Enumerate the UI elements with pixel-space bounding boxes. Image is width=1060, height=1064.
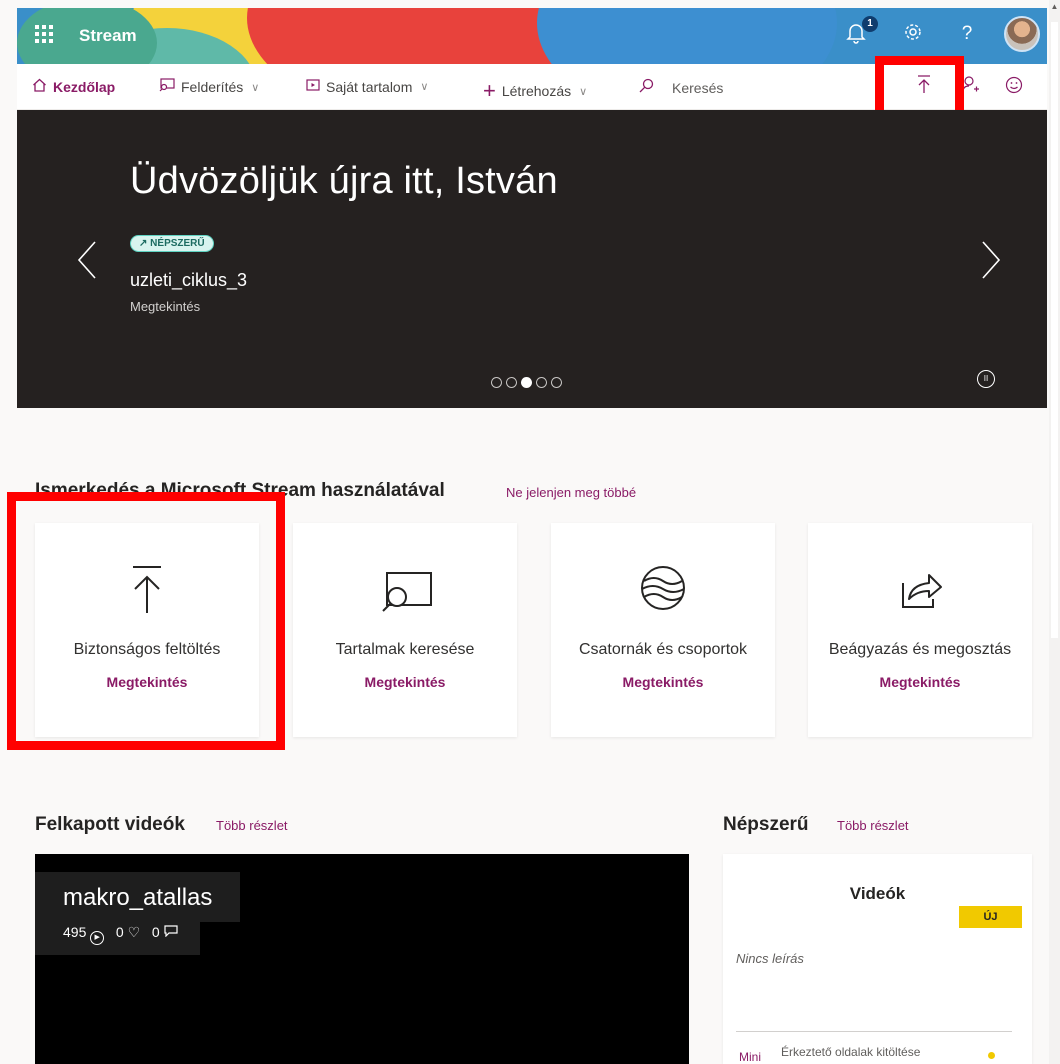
add-person-icon bbox=[962, 76, 980, 97]
app-name[interactable]: Stream bbox=[79, 26, 137, 46]
search-input[interactable]: Keresés bbox=[672, 80, 723, 96]
feedback-button[interactable] bbox=[1005, 76, 1023, 97]
welcome-title: Üdvözöljük újra itt, István bbox=[130, 160, 558, 202]
carousel-dot[interactable] bbox=[551, 377, 562, 388]
nav-home[interactable]: Kezdőlap bbox=[32, 78, 115, 96]
plus-icon: + bbox=[483, 78, 496, 103]
highlight-box-secure-upload bbox=[7, 492, 285, 750]
card-channels-groups[interactable]: Csatornák és csoportok Megtekintés bbox=[551, 523, 775, 737]
popular-card-title: Videók bbox=[849, 884, 906, 903]
popular-item-title[interactable]: Érkeztető oldalak kitöltése bbox=[781, 1045, 920, 1059]
smiley-icon bbox=[1005, 76, 1023, 97]
scroll-up-icon[interactable]: ▲ bbox=[1049, 2, 1060, 14]
popular-description: Nincs leírás bbox=[736, 951, 804, 966]
carousel-prev-icon[interactable] bbox=[75, 238, 99, 282]
nav-discover-label: Felderítés bbox=[181, 79, 244, 95]
search-icon bbox=[638, 78, 654, 98]
nav-my-content[interactable]: Saját tartalom ∨ bbox=[306, 78, 428, 95]
heart-icon: ♡ bbox=[127, 924, 141, 940]
pause-icon[interactable]: II bbox=[977, 370, 995, 388]
comments-count: 0 bbox=[151, 924, 160, 940]
carousel-dot[interactable] bbox=[506, 377, 517, 388]
likes-count: 0 bbox=[115, 924, 124, 940]
card-link[interactable]: Megtekintés bbox=[293, 674, 517, 690]
card-label: Beágyazás és megosztás bbox=[828, 641, 1012, 658]
carousel-dots bbox=[491, 377, 562, 388]
divider bbox=[736, 1031, 1012, 1032]
notification-count-badge: 1 bbox=[862, 16, 878, 32]
scroll-thumb[interactable] bbox=[1051, 22, 1058, 638]
chevron-down-icon: ∨ bbox=[579, 85, 588, 98]
carousel-dot[interactable] bbox=[536, 377, 547, 388]
play-count-icon: ▶ bbox=[90, 931, 105, 945]
nav-home-label: Kezdőlap bbox=[53, 79, 116, 95]
hero-carousel: Üdvözöljük újra itt, István ↗ NÉPSZERŰ u… bbox=[17, 110, 1047, 408]
hero-video-meta: Megtekintés bbox=[130, 299, 201, 314]
app-launcher-icon[interactable] bbox=[32, 22, 56, 46]
hero-video-title[interactable]: uzleti_ciklus_3 bbox=[130, 270, 247, 291]
video-player[interactable]: makro_atallas 495 ▶ 0 ♡ 0 bbox=[35, 854, 689, 1064]
scrollbar[interactable]: ▲ bbox=[1049, 0, 1060, 1064]
video-title[interactable]: makro_atallas bbox=[35, 872, 241, 922]
new-badge: ÚJ bbox=[959, 906, 1022, 928]
video-stats: 495 ▶ 0 ♡ 0 bbox=[35, 920, 200, 955]
search-box[interactable]: Keresés bbox=[638, 78, 723, 98]
status-dot bbox=[988, 1052, 995, 1059]
nav-my-content-label: Saját tartalom bbox=[326, 78, 413, 95]
search-screen-icon bbox=[159, 78, 175, 96]
card-link[interactable]: Megtekintés bbox=[808, 674, 1032, 690]
home-icon bbox=[32, 78, 47, 96]
popular-more-link[interactable]: Több részlet bbox=[837, 818, 909, 833]
comment-icon bbox=[163, 924, 178, 940]
card-embed-share[interactable]: Beágyazás és megosztás Megtekintés bbox=[808, 523, 1032, 737]
trending-badge-label: NÉPSZERŰ bbox=[150, 238, 205, 249]
carousel-dot[interactable] bbox=[491, 377, 502, 388]
card-label: Csatornák és csoportok bbox=[578, 641, 748, 658]
invite-button[interactable] bbox=[962, 76, 980, 97]
card-link[interactable]: Megtekintés bbox=[551, 674, 775, 690]
channels-icon bbox=[551, 563, 775, 619]
carousel-dot-active[interactable] bbox=[521, 377, 532, 388]
trending-badge: ↗ NÉPSZERŰ bbox=[130, 235, 214, 252]
views-count: 495 bbox=[63, 924, 87, 940]
card-find-content[interactable]: Tartalmak keresése Megtekintés bbox=[293, 523, 517, 737]
nav-discover[interactable]: Felderítés ∨ bbox=[159, 78, 259, 96]
popular-item-tag: Mini bbox=[739, 1050, 762, 1064]
chevron-down-icon: ∨ bbox=[251, 81, 260, 94]
avatar[interactable] bbox=[1004, 16, 1040, 52]
nav-create[interactable]: + Létrehozás ∨ bbox=[483, 78, 587, 104]
popular-card[interactable]: Videók ÚJ Nincs leírás Mini Érkeztető ol… bbox=[723, 854, 1032, 1064]
help-icon[interactable]: ? bbox=[953, 22, 981, 46]
popular-title: Népszerű bbox=[723, 814, 809, 835]
carousel-next-icon[interactable] bbox=[979, 238, 1003, 282]
chevron-down-icon: ∨ bbox=[420, 81, 429, 93]
gear-icon[interactable] bbox=[899, 22, 927, 48]
nav-create-label: Létrehozás bbox=[501, 83, 572, 99]
share-icon bbox=[808, 563, 1032, 619]
trending-title: Felkapott videók bbox=[35, 814, 185, 835]
search-screen-icon bbox=[293, 563, 517, 619]
trending-more-link[interactable]: Több részlet bbox=[216, 818, 288, 833]
video-icon bbox=[306, 78, 320, 95]
dismiss-link[interactable]: Ne jelenjen meg többé bbox=[506, 485, 636, 500]
card-label: Tartalmak keresése bbox=[335, 641, 475, 658]
trend-icon: ↗ bbox=[139, 238, 148, 249]
